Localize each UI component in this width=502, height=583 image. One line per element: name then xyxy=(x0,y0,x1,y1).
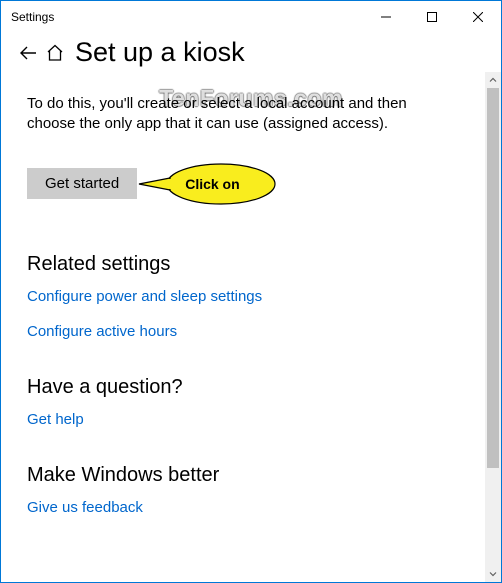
scrollbar-down-arrow-icon[interactable] xyxy=(485,566,501,582)
content-area: To do this, you'll create or select a lo… xyxy=(1,72,485,582)
related-settings-section: Related settings Configure power and sle… xyxy=(27,253,459,340)
get-started-row: Get started Click on xyxy=(27,161,459,207)
maximize-button[interactable] xyxy=(409,1,455,33)
page-description: To do this, you'll create or select a lo… xyxy=(27,94,459,135)
have-a-question-section: Have a question? Get help xyxy=(27,376,459,428)
make-windows-better-title: Make Windows better xyxy=(27,464,459,487)
configure-active-hours-link[interactable]: Configure active hours xyxy=(27,323,459,340)
get-help-link[interactable]: Get help xyxy=(27,411,459,428)
scrollbar-up-arrow-icon[interactable] xyxy=(485,72,501,88)
content-wrapper: To do this, you'll create or select a lo… xyxy=(1,72,501,582)
page-header: Set up a kiosk xyxy=(45,37,245,68)
have-a-question-title: Have a question? xyxy=(27,376,459,399)
minimize-button[interactable] xyxy=(363,1,409,33)
get-started-button[interactable]: Get started xyxy=(27,168,137,199)
configure-power-sleep-link[interactable]: Configure power and sleep settings xyxy=(27,288,459,305)
callout-text: Click on xyxy=(185,176,239,192)
minimize-icon xyxy=(381,12,391,22)
page-title: Set up a kiosk xyxy=(75,37,245,68)
make-windows-better-section: Make Windows better Give us feedback xyxy=(27,464,459,516)
maximize-icon xyxy=(427,12,437,22)
window-title: Settings xyxy=(11,10,54,24)
settings-window: Settings Set up a kiosk xyxy=(0,0,502,583)
close-icon xyxy=(473,12,483,22)
titlebar: Settings xyxy=(1,1,501,33)
home-icon xyxy=(45,43,65,63)
back-arrow-icon xyxy=(19,44,37,62)
header-row: Set up a kiosk xyxy=(1,33,501,72)
annotation-callout: Click on xyxy=(137,161,277,207)
window-controls xyxy=(363,1,501,33)
vertical-scrollbar[interactable] xyxy=(485,72,501,582)
close-button[interactable] xyxy=(455,1,501,33)
scrollbar-thumb[interactable] xyxy=(487,88,499,468)
back-button[interactable] xyxy=(17,42,39,64)
related-settings-title: Related settings xyxy=(27,253,459,276)
give-us-feedback-link[interactable]: Give us feedback xyxy=(27,499,459,516)
